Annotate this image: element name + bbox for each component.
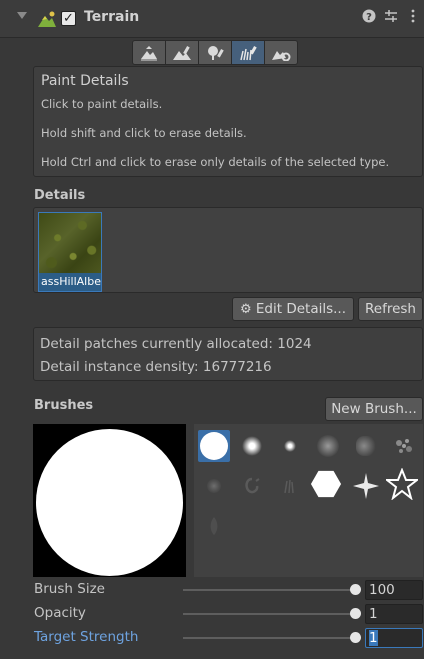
- opacity-field[interactable]: 1: [365, 604, 423, 624]
- target-strength-slider[interactable]: [183, 632, 361, 643]
- brush-noise-cloud[interactable]: [312, 430, 344, 462]
- terrain-icon: [38, 11, 56, 27]
- details-label: Details: [34, 188, 86, 203]
- brush-grass-strokes[interactable]: [274, 470, 306, 502]
- brush-ring-swirl[interactable]: [236, 470, 268, 502]
- target-strength-slider-thumb[interactable]: [349, 632, 361, 643]
- component-header: ✓ Terrain ?: [0, 0, 424, 38]
- edit-details-label: Edit Details...: [255, 301, 347, 317]
- brush-soft-circle-small[interactable]: [274, 430, 306, 462]
- paint-texture-icon: [173, 45, 191, 60]
- brush-size-slider-thumb[interactable]: [349, 584, 361, 595]
- paint-details-icon: [240, 45, 257, 60]
- paint-trees-icon: [208, 45, 224, 60]
- brush-hexagon[interactable]: [310, 468, 342, 500]
- refresh-button[interactable]: Refresh: [358, 297, 423, 321]
- paint-texture-tool[interactable]: [165, 40, 199, 65]
- component-enabled-checkbox[interactable]: ✓: [61, 11, 76, 26]
- svg-text:?: ?: [366, 12, 372, 23]
- terrain-settings-icon: [272, 50, 291, 61]
- preset-icon[interactable]: [383, 9, 399, 27]
- brush-rough-spot[interactable]: [198, 470, 230, 502]
- detail-patches-text: Detail patches currently allocated: 1024: [40, 336, 312, 352]
- brush-hard-circle[interactable]: [198, 430, 230, 462]
- brush-splatter[interactable]: [350, 430, 382, 462]
- detail-density-text: Detail instance density: 16777216: [40, 359, 272, 375]
- raise-lower-terrain-tool[interactable]: [132, 40, 166, 65]
- opacity-slider-thumb[interactable]: [349, 608, 361, 619]
- brush-leaf[interactable]: [198, 510, 230, 542]
- help-line: Hold Ctrl and click to erase only detail…: [41, 155, 390, 169]
- target-strength-field[interactable]: 1: [365, 628, 423, 648]
- help-title: Paint Details: [41, 73, 129, 89]
- brush-size-slider[interactable]: [183, 584, 361, 595]
- paint-details-help-box: Paint Details Click to paint details. Ho…: [33, 66, 423, 177]
- brush-star-outline[interactable]: [386, 468, 418, 500]
- details-list: assHillAlbe: [33, 207, 423, 293]
- paint-trees-tool[interactable]: [198, 40, 232, 65]
- detail-item-label: assHillAlbe: [39, 273, 101, 291]
- help-line: Click to paint details.: [41, 97, 163, 111]
- foldout-arrow-icon[interactable]: [17, 12, 27, 19]
- brush-preview: [33, 424, 186, 577]
- help-icon[interactable]: ?: [361, 9, 377, 27]
- target-strength-label: Target Strength: [34, 629, 139, 645]
- brush-scatter-dots[interactable]: [388, 430, 420, 462]
- raise-terrain-icon: [141, 45, 157, 60]
- new-brush-button[interactable]: New Brush...: [325, 397, 423, 421]
- help-line: Hold shift and click to erase details.: [41, 126, 247, 140]
- grass-texture-thumbnail: [39, 213, 101, 275]
- detail-info-box: Detail patches currently allocated: 1024…: [33, 327, 423, 381]
- brushes-label: Brushes: [34, 398, 94, 413]
- brush-size-label: Brush Size: [34, 581, 105, 597]
- opacity-label: Opacity: [34, 605, 86, 621]
- target-strength-value: 1: [369, 630, 378, 646]
- brush-star-burst[interactable]: [350, 470, 382, 502]
- brush-preview-shape: [36, 429, 183, 576]
- brush-soft-circle-large[interactable]: [236, 430, 268, 462]
- detail-item-grass[interactable]: assHillAlbe: [38, 212, 102, 292]
- paint-details-tool[interactable]: [231, 40, 265, 65]
- opacity-slider[interactable]: [183, 608, 361, 619]
- terrain-tool-toolbar: [132, 40, 298, 65]
- component-title: Terrain: [84, 9, 140, 25]
- edit-details-button[interactable]: ⚙ Edit Details...: [232, 297, 354, 321]
- brush-size-field[interactable]: 100: [365, 580, 423, 600]
- brush-grid: [194, 424, 423, 577]
- terrain-settings-tool[interactable]: [264, 40, 298, 65]
- gear-icon: ⚙: [239, 302, 252, 317]
- more-menu-icon[interactable]: [405, 9, 421, 27]
